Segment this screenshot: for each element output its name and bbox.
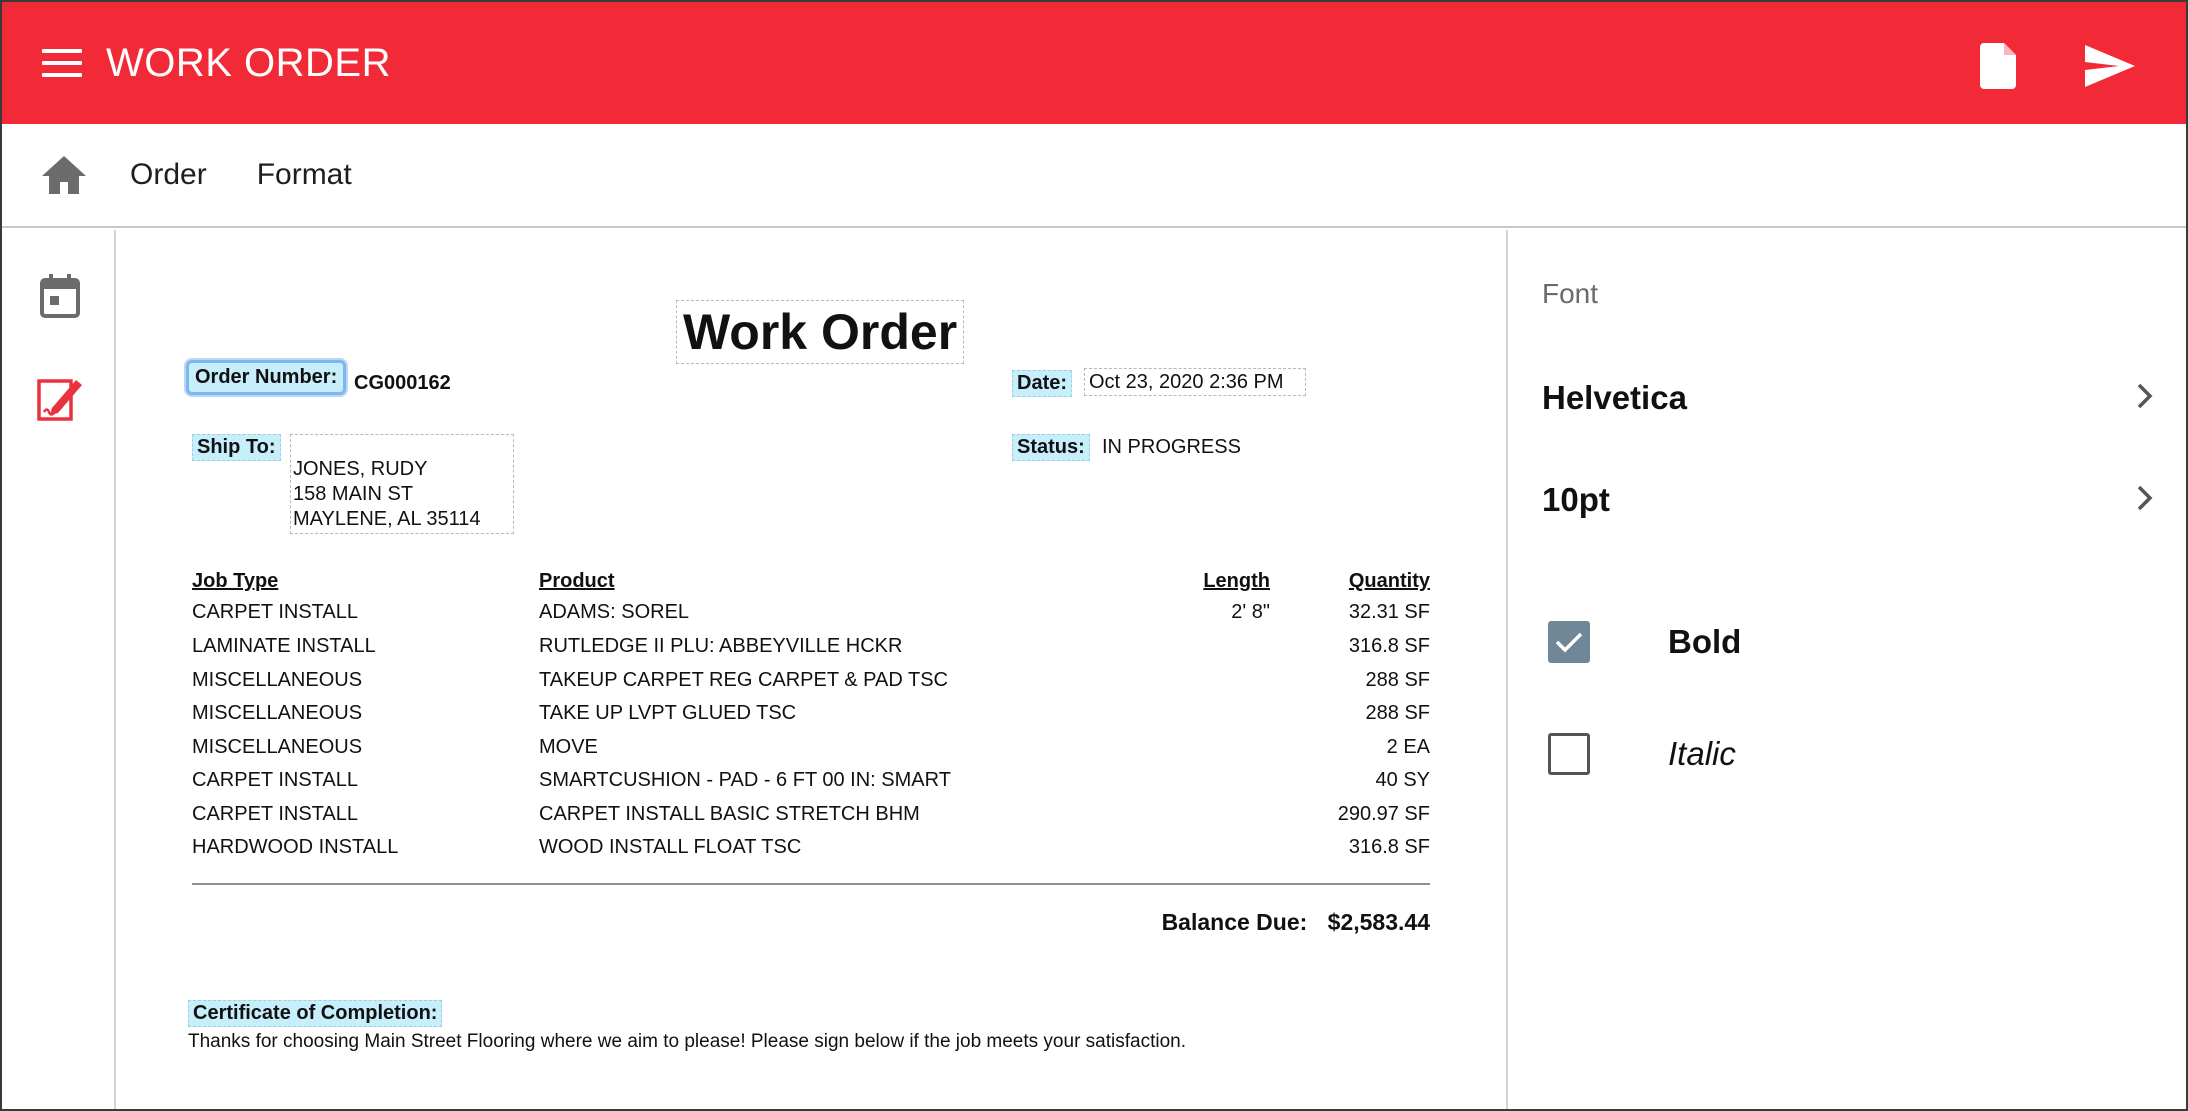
- bold-checkbox[interactable]: [1548, 621, 1590, 663]
- app-bar: WORK ORDER: [2, 2, 2186, 124]
- quantity-cell: 316.8 SF: [1348, 836, 1430, 858]
- tab-bar: Order Format: [2, 124, 2186, 228]
- product-cell: MOVE: [539, 736, 598, 758]
- font-size-row[interactable]: 10pt: [1542, 470, 2154, 530]
- certificate-label[interactable]: Certificate of Completion:: [188, 1000, 443, 1027]
- table-row: CARPET INSTALL ADAMS: SOREL 2' 8" 32.31 …: [192, 601, 1430, 635]
- tab-format[interactable]: Format: [257, 158, 352, 192]
- hamburger-menu-icon[interactable]: [42, 41, 86, 85]
- table-row: LAMINATE INSTALL RUTLEDGE II PLU: ABBEYV…: [192, 635, 1430, 669]
- table-row: CARPET INSTALL SMARTCUSHION - PAD - 6 FT…: [192, 769, 1430, 803]
- job-type-cell: LAMINATE INSTALL: [192, 635, 376, 657]
- table-row: CARPET INSTALL CARPET INSTALL BASIC STRE…: [192, 803, 1430, 837]
- font-size-value: 10pt: [1542, 481, 1610, 518]
- calendar-icon[interactable]: [36, 270, 84, 322]
- app-window: WORK ORDER Order Format Work Order Order…: [0, 0, 2188, 1111]
- order-number-value: CG000162: [354, 372, 451, 394]
- date-label[interactable]: Date:: [1012, 370, 1073, 397]
- font-section-label: Font: [1542, 278, 1599, 309]
- column-header-quantity: Quantity: [1348, 570, 1430, 592]
- home-icon[interactable]: [40, 151, 88, 199]
- chevron-right-icon: [2136, 382, 2154, 415]
- chevron-right-icon: [2136, 484, 2154, 517]
- tab-order[interactable]: Order: [130, 158, 207, 192]
- check-icon: [1555, 632, 1583, 653]
- table-row: HARDWOOD INSTALL WOOD INSTALL FLOAT TSC …: [192, 836, 1430, 870]
- font-family-value: Helvetica: [1542, 379, 1687, 416]
- product-cell: WOOD INSTALL FLOAT TSC: [539, 836, 802, 858]
- length-cell: 2' 8": [1231, 601, 1270, 623]
- table-row: MISCELLANEOUS TAKE UP LVPT GLUED TSC 288…: [192, 702, 1430, 736]
- balance-due-value: $2,583.44: [1327, 909, 1430, 935]
- balance-due-label: Balance Due:: [1161, 909, 1308, 935]
- product-cell: TAKE UP LVPT GLUED TSC: [539, 702, 797, 724]
- ship-to-city: MAYLENE, AL 35114: [293, 508, 481, 530]
- job-type-cell: MISCELLANEOUS: [192, 736, 363, 758]
- ship-to-street: 158 MAIN ST: [293, 483, 414, 505]
- quantity-cell: 2 EA: [1386, 736, 1430, 758]
- column-header-job-type: Job Type: [192, 570, 279, 592]
- order-number-label[interactable]: Order Number:: [186, 360, 347, 395]
- job-type-cell: CARPET INSTALL: [192, 769, 358, 791]
- job-type-cell: CARPET INSTALL: [192, 803, 358, 825]
- quantity-cell: 32.31 SF: [1348, 601, 1430, 623]
- bold-label: Bold: [1668, 623, 1742, 660]
- column-header-product: Product: [539, 570, 615, 592]
- send-icon[interactable]: [2084, 40, 2136, 92]
- ship-to-name: JONES, RUDY: [293, 458, 428, 480]
- font-family-row[interactable]: Helvetica: [1542, 368, 2154, 428]
- table-row: MISCELLANEOUS MOVE 2 EA: [192, 736, 1430, 770]
- edit-document-icon[interactable]: [36, 372, 84, 424]
- bold-toggle[interactable]: Bold: [1548, 612, 1741, 672]
- quantity-cell: 40 SY: [1375, 769, 1430, 791]
- balance-due: Balance Due: $2,583.44: [1162, 909, 1430, 936]
- line-items-table: Job Type Product Length Quantity CARPET …: [192, 570, 1430, 870]
- certificate-text: Thanks for choosing Main Street Flooring…: [188, 1031, 1187, 1052]
- job-type-cell: HARDWOOD INSTALL: [192, 836, 399, 858]
- quantity-cell: 288 SF: [1365, 702, 1430, 724]
- status-label[interactable]: Status:: [1012, 434, 1090, 461]
- product-cell: ADAMS: SOREL: [539, 601, 690, 623]
- app-title: WORK ORDER: [106, 40, 391, 85]
- table-row: MISCELLANEOUS TAKEUP CARPET REG CARPET &…: [192, 669, 1430, 703]
- app-bar-actions: [1972, 40, 2136, 92]
- table-divider: [192, 883, 1430, 885]
- quantity-cell: 290.97 SF: [1337, 803, 1430, 825]
- quantity-cell: 316.8 SF: [1348, 635, 1430, 657]
- product-cell: SMARTCUSHION - PAD - 6 FT 00 IN: SMART: [539, 769, 951, 791]
- format-panel: Font Helvetica 10pt Bold Italic: [1506, 230, 2186, 1109]
- italic-toggle[interactable]: Italic: [1548, 724, 1736, 784]
- job-type-cell: CARPET INSTALL: [192, 601, 358, 623]
- product-cell: TAKEUP CARPET REG CARPET & PAD TSC: [539, 669, 948, 691]
- ship-to-label[interactable]: Ship To:: [192, 434, 281, 461]
- product-cell: RUTLEDGE II PLU: ABBEYVILLE HCKR: [539, 635, 903, 657]
- date-value[interactable]: Oct 23, 2020 2:36 PM: [1084, 368, 1306, 396]
- product-cell: CARPET INSTALL BASIC STRETCH BHM: [539, 803, 920, 825]
- document-icon[interactable]: [1972, 40, 2024, 92]
- ship-to-address[interactable]: JONES, RUDY 158 MAIN ST MAYLENE, AL 3511…: [290, 434, 514, 534]
- job-type-cell: MISCELLANEOUS: [192, 702, 363, 724]
- quantity-cell: 288 SF: [1365, 669, 1430, 691]
- work-order-document: Work Order Order Number: CG000162 Date: …: [118, 230, 1506, 1109]
- italic-checkbox[interactable]: [1548, 733, 1590, 775]
- job-type-cell: MISCELLANEOUS: [192, 669, 363, 691]
- column-header-length: Length: [1203, 570, 1270, 592]
- italic-label: Italic: [1668, 735, 1736, 772]
- document-title[interactable]: Work Order: [676, 300, 965, 364]
- status-value: IN PROGRESS: [1102, 436, 1241, 458]
- left-rail: [2, 230, 116, 1109]
